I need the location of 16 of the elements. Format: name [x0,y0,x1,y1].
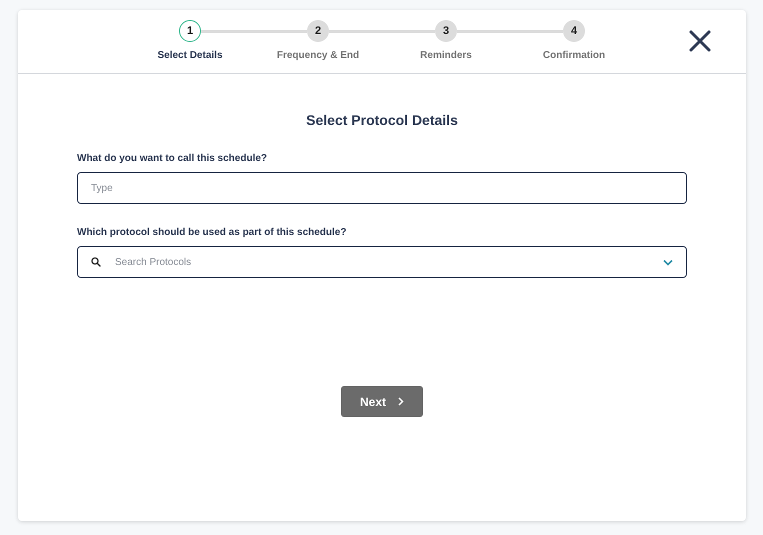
search-icon [91,257,101,267]
text-input-field[interactable]: Type [77,172,687,204]
step-number[interactable]: 3 [435,20,457,42]
step-label: Frequency & End [276,50,360,61]
close-icon[interactable] [689,30,711,52]
chevron-down-icon [663,258,673,266]
step-label: Confirmation [542,50,606,61]
step-number[interactable]: 2 [307,20,329,42]
step-label: Reminders [420,50,472,61]
step-number[interactable]: 4 [563,20,585,42]
field-label: Which protocol should be used as part of this schedule? [77,227,348,238]
form-title: Select Protocol Details [305,112,459,128]
chevron-right-icon [398,397,404,406]
field-label: What do you want to call this schedule? [77,153,268,164]
step-label: Select Details [157,50,223,61]
step-number[interactable]: 1 [179,20,201,42]
